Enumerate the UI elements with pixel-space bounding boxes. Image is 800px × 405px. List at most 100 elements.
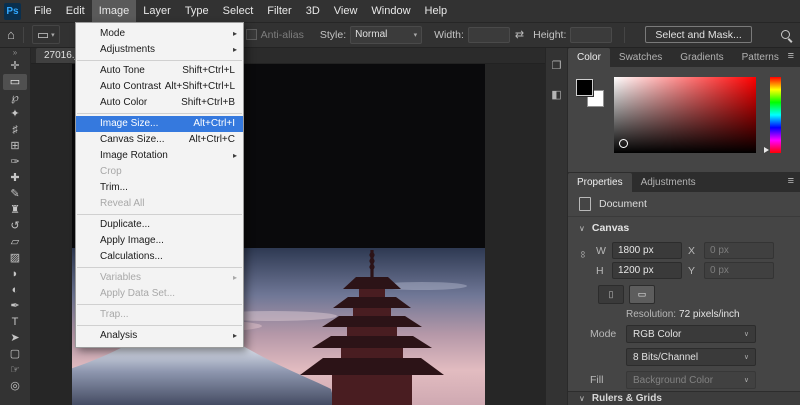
menu-edit[interactable]: Edit	[59, 0, 92, 22]
panel-menu-icon[interactable]: ≡	[788, 50, 794, 62]
width-label: Width:	[434, 29, 464, 41]
tool-eraser[interactable]: ▱	[3, 234, 27, 250]
home-icon[interactable]: ⌂	[7, 28, 15, 41]
rulers-grids-section-header[interactable]: ∨ Rulers & Grids	[568, 391, 800, 405]
link-dimensions-icon[interactable]: ∞	[577, 251, 588, 258]
portrait-orientation-button[interactable]: ▯	[598, 285, 624, 304]
tool-clone-stamp[interactable]: ♜	[3, 202, 27, 218]
menu-item-analysis[interactable]: Analysis ▸	[76, 328, 243, 344]
canvas-section-header[interactable]: ∨ Canvas	[568, 217, 800, 239]
menu-item-shortcut: Shift+Ctrl+B	[181, 95, 235, 111]
panel-menu-icon[interactable]: ≡	[788, 175, 794, 187]
menu-select[interactable]: Select	[216, 0, 261, 22]
image-menu-popup: Mode ▸ Adjustments ▸ Auto Tone Shift+Ctr…	[75, 22, 244, 348]
orientation-buttons: ▯ ▭	[598, 285, 800, 304]
tab-properties[interactable]: Properties	[568, 173, 632, 192]
saturation-brightness-field[interactable]	[614, 77, 756, 153]
tool-blur[interactable]: ◗	[3, 266, 27, 282]
canvas-width-field[interactable]: 1800 px	[612, 242, 682, 259]
tab-swatches[interactable]: Swatches	[610, 48, 671, 67]
menu-type[interactable]: Type	[178, 0, 216, 22]
style-select[interactable]: Normal ▾	[350, 26, 422, 44]
panels-column: Color Swatches Gradients Patterns ≡ P	[568, 47, 800, 405]
photoshop-window: Ps File Edit Image Layer Type Select Fil…	[0, 0, 800, 405]
landscape-orientation-button[interactable]: ▭	[629, 285, 655, 304]
tool-rectangular-marquee[interactable]: ▭	[3, 74, 27, 90]
tab-color[interactable]: Color	[568, 48, 610, 67]
menu-filter[interactable]: Filter	[260, 0, 298, 22]
swap-dimensions-icon[interactable]: ⇄	[515, 28, 524, 41]
collapse-panels-icon[interactable]: ❐	[552, 59, 562, 72]
tool-frame[interactable]: ⊞	[3, 138, 27, 154]
bit-depth-row: 8 Bits/Channel ∨	[590, 348, 800, 366]
style-label: Style:	[320, 29, 346, 41]
menu-item-mode[interactable]: Mode ▸	[76, 26, 243, 42]
menu-item-adjustments[interactable]: Adjustments ▸	[76, 42, 243, 58]
menu-view[interactable]: View	[327, 0, 365, 22]
tool-horizontal-type[interactable]: T	[3, 314, 27, 330]
hue-marker-icon[interactable]	[764, 147, 769, 153]
menu-separator	[77, 113, 242, 114]
submenu-arrow-icon: ▸	[233, 270, 237, 286]
menu-item-auto-contrast[interactable]: Auto Contrast Alt+Shift+Ctrl+L	[76, 79, 243, 95]
select-and-mask-button[interactable]: Select and Mask...	[645, 26, 751, 43]
color-mode-value: RGB Color	[633, 329, 681, 340]
tool-quick-selection[interactable]: ✦	[3, 106, 27, 122]
h-label: H	[596, 265, 606, 277]
fill-label: Fill	[590, 374, 618, 386]
menu-layer[interactable]: Layer	[136, 0, 178, 22]
tool-move[interactable]: ✛	[3, 58, 27, 74]
menu-item-apply-image[interactable]: Apply Image...	[76, 233, 243, 249]
tool-hand[interactable]: ☞	[3, 362, 27, 378]
foreground-color-swatch[interactable]	[576, 79, 593, 96]
menu-item-duplicate[interactable]: Duplicate...	[76, 217, 243, 233]
anti-alias-label: Anti-alias	[261, 29, 304, 41]
menu-item-image-rotation[interactable]: Image Rotation ▸	[76, 148, 243, 164]
tool-crop[interactable]: ♯	[3, 122, 27, 138]
color-mode-select[interactable]: RGB Color ∨	[626, 325, 756, 343]
menu-item-canvas-size[interactable]: Canvas Size... Alt+Ctrl+C	[76, 132, 243, 148]
menu-window[interactable]: Window	[364, 0, 417, 22]
color-marker[interactable]	[619, 139, 628, 148]
height-input[interactable]	[570, 27, 612, 43]
menu-item-shortcut: Shift+Ctrl+L	[182, 63, 235, 79]
menu-separator	[77, 304, 242, 305]
tab-adjustments[interactable]: Adjustments	[632, 173, 705, 192]
tool-lasso[interactable]: ℘	[3, 90, 27, 106]
tool-path-selection[interactable]: ➤	[3, 330, 27, 346]
menu-file[interactable]: File	[27, 0, 59, 22]
width-input[interactable]	[468, 27, 510, 43]
menu-image[interactable]: Image	[92, 0, 137, 22]
tool-brush[interactable]: ✎	[3, 186, 27, 202]
menu-3d[interactable]: 3D	[299, 0, 327, 22]
tool-rectangle[interactable]: ▢	[3, 346, 27, 362]
menu-item-auto-color[interactable]: Auto Color Shift+Ctrl+B	[76, 95, 243, 111]
tool-preset-button[interactable]: ▭ ▾	[32, 25, 60, 44]
tool-eyedropper[interactable]: ✑	[3, 154, 27, 170]
search-icon[interactable]	[781, 30, 790, 39]
menu-item-auto-tone[interactable]: Auto Tone Shift+Ctrl+L	[76, 63, 243, 79]
menu-item-apply-data-set: Apply Data Set...	[76, 286, 243, 302]
tool-spot-healing-brush[interactable]: ✚	[3, 170, 27, 186]
tool-zoom[interactable]: ◎	[3, 378, 27, 394]
tool-pen[interactable]: ✒	[3, 298, 27, 314]
tool-gradient[interactable]: ▨	[3, 250, 27, 266]
bit-depth-select[interactable]: 8 Bits/Channel ∨	[626, 348, 756, 366]
tab-patterns[interactable]: Patterns	[733, 48, 788, 67]
canvas-height-field[interactable]: 1200 px	[612, 262, 682, 279]
photoshop-logo-icon[interactable]: Ps	[4, 3, 21, 20]
workspace-panel-icon[interactable]: ◧	[551, 88, 561, 101]
w-label: W	[596, 245, 606, 257]
toolbar-collapse-icon[interactable]: »	[13, 48, 17, 58]
tab-gradients[interactable]: Gradients	[671, 48, 732, 67]
menu-item-image-size[interactable]: Image Size... Alt+Ctrl+I	[76, 116, 243, 132]
submenu-arrow-icon: ▸	[233, 148, 237, 164]
menu-help[interactable]: Help	[418, 0, 455, 22]
menu-item-calculations[interactable]: Calculations...	[76, 249, 243, 265]
anti-alias-checkbox[interactable]	[246, 29, 257, 40]
hue-slider[interactable]	[770, 77, 781, 153]
tool-history-brush[interactable]: ↺	[3, 218, 27, 234]
mode-row: Mode RGB Color ∨	[590, 325, 800, 343]
tool-dodge[interactable]: ◐	[3, 282, 27, 298]
menu-item-trim[interactable]: Trim...	[76, 180, 243, 196]
